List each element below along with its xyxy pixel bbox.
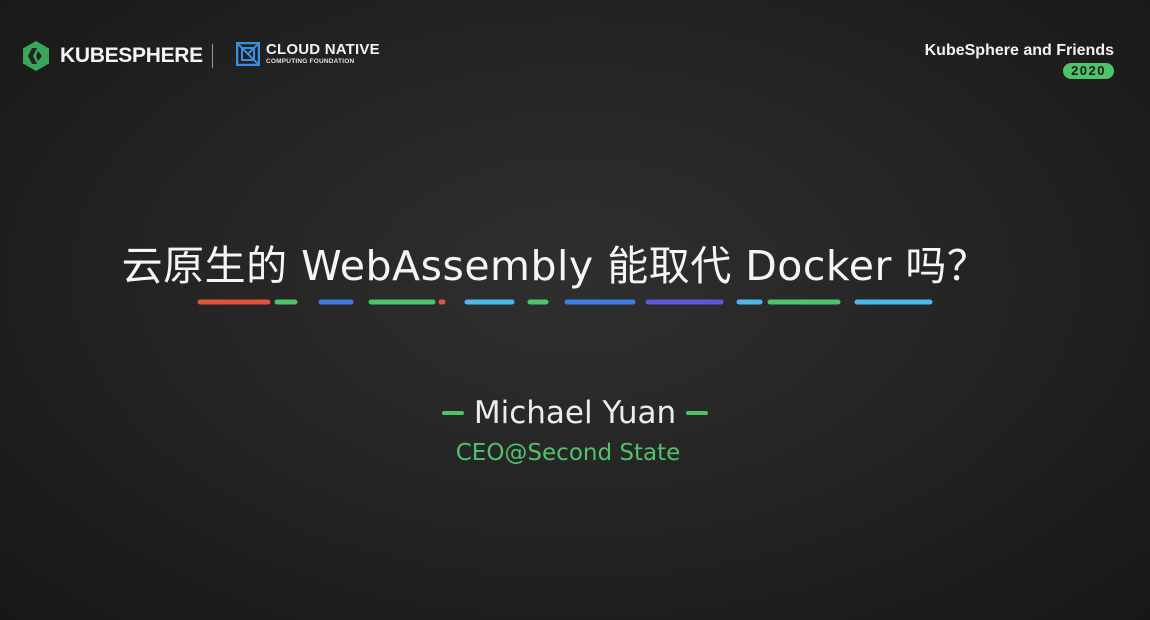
event-year: 2020 [1063,63,1114,79]
slide-title: 云原生的 WebAssembly 能取代 Docker 吗？ [121,242,989,290]
cncf-logo: CLOUD NATIVE COMPUTING FOUNDATION [236,42,380,66]
event-badge: KubeSphere and Friends 2020 [925,42,1114,79]
presentation-slide: KUBESPHERE CLOUD NATIVE COMPUTING FOUNDA… [0,0,1150,620]
cncf-line-2: COMPUTING FOUNDATION [266,58,355,66]
speaker-role: CEO@Second State [455,440,681,466]
speaker-dash-left [441,411,464,415]
logo-divider [212,44,213,68]
cncf-logo-icon [236,42,260,66]
cncf-line-1: CLOUD NATIVE [266,41,380,59]
title-underline [197,299,933,305]
kubesphere-logo-icon [23,41,49,71]
speaker-name: Michael Yuan [473,395,677,431]
speaker-row: Michael Yuan [0,395,1150,431]
speaker-dash-right [686,411,709,415]
event-name: KubeSphere and Friends [924,42,1114,59]
kubesphere-wordmark: KUBESPHERE [60,44,203,67]
kubesphere-logo: KUBESPHERE [20,40,203,72]
